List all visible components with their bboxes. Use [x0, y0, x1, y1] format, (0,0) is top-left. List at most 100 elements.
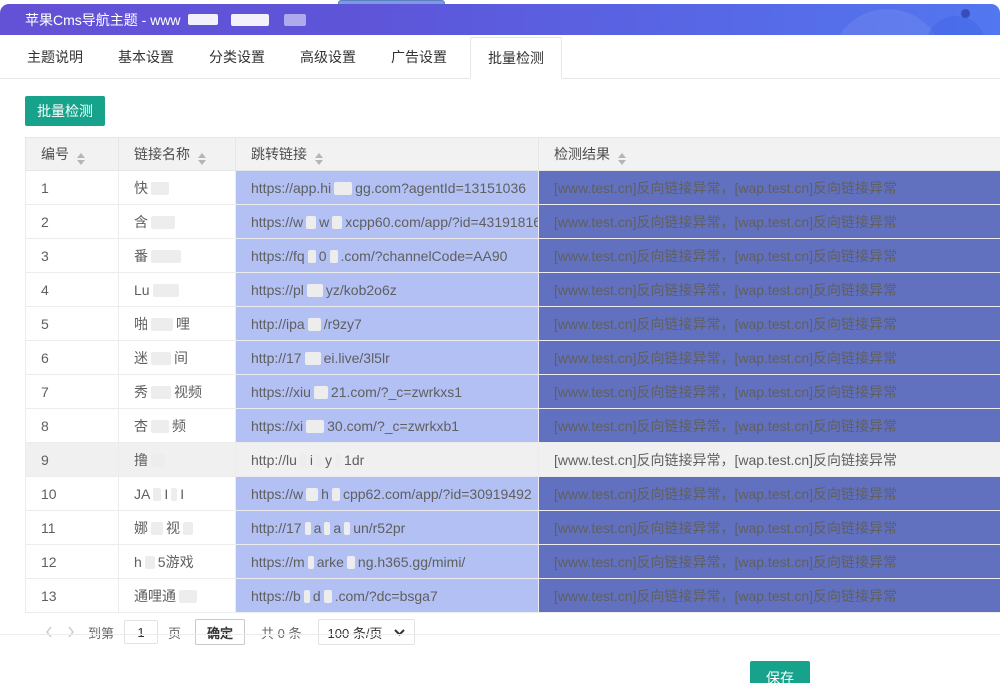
row-number: 1 [26, 171, 119, 205]
redaction-block [335, 454, 341, 467]
redaction-block [324, 522, 330, 535]
table-row: 5啪哩http://ipa/r9zy7[www.test.cn]反向链接异常，[… [26, 307, 1000, 341]
chevron-left-icon [43, 625, 55, 639]
prev-page-button[interactable] [38, 621, 60, 643]
sort-icon [618, 153, 626, 165]
redaction-block [151, 352, 171, 365]
redaction-block [344, 522, 350, 535]
redirect-url-cell: http://ipa/r9zy7 [236, 307, 539, 341]
redaction-block [151, 318, 173, 331]
tab-4[interactable]: 广告设置 [379, 36, 459, 78]
row-number: 13 [26, 579, 119, 613]
tab-2[interactable]: 分类设置 [197, 36, 277, 78]
total-count: 共 0 条 [261, 623, 301, 642]
tab-bar: 主题说明基本设置分类设置高级设置广告设置批量检测 [0, 35, 1000, 79]
redaction-block [151, 216, 175, 229]
table-row: 12h5游戏https://markeng.h365.gg/mimi/[www.… [26, 545, 1000, 579]
row-number: 11 [26, 511, 119, 545]
link-name-cell: 撸 [119, 443, 236, 477]
redirect-url-cell: https://fq0.com/?channelCode=AA90 [236, 239, 539, 273]
links-table: 编号 链接名称跳转链接检测结果 1快https://app.higg.com?ag… [25, 137, 1000, 613]
batch-check-button[interactable]: 批量检测 [25, 96, 105, 126]
redaction-block [308, 556, 314, 569]
check-result-cell: [www.test.cn]反向链接异常，[wap.test.cn]反向链接异常 [539, 239, 1000, 273]
link-name-cell: JAII [119, 477, 236, 511]
redaction-block [324, 590, 332, 603]
row-number: 10 [26, 477, 119, 511]
redaction-block [306, 420, 324, 433]
row-number: 8 [26, 409, 119, 443]
link-name-cell: 杏频 [119, 409, 236, 443]
goto-label: 到第 [88, 623, 114, 642]
redaction-block [305, 522, 311, 535]
redirect-url-cell: https://xi30.com/?_c=zwrkxb1 [236, 409, 539, 443]
table-row: 11娜视http://17aaun/r52pr[www.test.cn]反向链接… [26, 511, 1000, 545]
column-label: 编号 [41, 146, 69, 162]
redaction-block [183, 522, 193, 535]
check-result-cell: [www.test.cn]反向链接异常，[wap.test.cn]反向链接异常 [539, 545, 1000, 579]
row-number: 12 [26, 545, 119, 579]
redaction-block [306, 488, 318, 501]
pagination: 到第 页 确定 共 0 条 100 条/页 [25, 617, 1000, 647]
page-size-select[interactable]: 100 条/页 [318, 619, 416, 645]
check-result-cell: [www.test.cn]反向链接异常，[wap.test.cn]反向链接异常 [539, 341, 1000, 375]
divider [0, 634, 1000, 635]
redaction-block [151, 182, 169, 195]
redaction-block [151, 454, 165, 467]
row-number: 4 [26, 273, 119, 307]
table-row: 7秀视频https://xiu21.com/?_c=zwrkxs1[www.te… [26, 375, 1000, 409]
tab-1[interactable]: 基本设置 [106, 36, 186, 78]
page-unit-label: 页 [168, 623, 181, 642]
redaction-block [308, 250, 316, 263]
decor-circle [830, 9, 945, 35]
check-result-cell: [www.test.cn]反向链接异常，[wap.test.cn]反向链接异常 [539, 511, 1000, 545]
redaction-block [332, 216, 342, 229]
redaction-block [305, 352, 321, 365]
page: 苹果Cms导航主题 - www 主题说明基本设置分类设置高级设置广告设置批量检测… [0, 0, 1000, 683]
link-name-cell: 快 [119, 171, 236, 205]
check-result-cell: [www.test.cn]反向链接异常，[wap.test.cn]反向链接异常 [539, 443, 1000, 477]
redirect-url-cell: https://app.higg.com?agentId=13151036 [236, 171, 539, 205]
tab-3[interactable]: 高级设置 [288, 36, 368, 78]
save-button[interactable]: 保存 [750, 661, 810, 683]
redaction-block [151, 522, 163, 535]
row-number: 3 [26, 239, 119, 273]
page-size-value: 100 条/页 [328, 623, 383, 642]
redaction-block [316, 454, 322, 467]
column-label: 检测结果 [554, 146, 610, 162]
row-number: 2 [26, 205, 119, 239]
link-name-cell: 含 [119, 205, 236, 239]
link-name-cell: 番 [119, 239, 236, 273]
redaction-block [306, 216, 316, 229]
redaction-block [334, 182, 352, 195]
link-name-cell: 秀视频 [119, 375, 236, 409]
sort-icon [77, 153, 85, 165]
redaction-block [347, 556, 355, 569]
column-header-0[interactable]: 编号 [26, 138, 119, 171]
check-result-cell: [www.test.cn]反向链接异常，[wap.test.cn]反向链接异常 [539, 171, 1000, 205]
redirect-url-cell: https://bd.com/?dc=bsga7 [236, 579, 539, 613]
redaction-block [314, 386, 328, 399]
redirect-url-cell: http://luiy1dr [236, 443, 539, 477]
redaction-block [304, 590, 310, 603]
header-bar: 苹果Cms导航主题 - www [0, 4, 1000, 35]
check-result-cell: [www.test.cn]反向链接异常，[wap.test.cn]反向链接异常 [539, 409, 1000, 443]
redaction-block [153, 488, 161, 501]
link-name-cell: 啪哩 [119, 307, 236, 341]
redaction-block [300, 454, 307, 467]
confirm-button[interactable]: 确定 [195, 619, 245, 645]
column-header-2[interactable]: 跳转链接 [236, 138, 539, 171]
tab-5[interactable]: 批量检测 [470, 37, 562, 79]
next-page-button[interactable] [60, 621, 82, 643]
column-header-1[interactable]: 链接名称 [119, 138, 236, 171]
redirect-url-cell: https://xiu21.com/?_c=zwrkxs1 [236, 375, 539, 409]
page-input[interactable] [124, 620, 158, 644]
redaction-block [330, 250, 338, 263]
redaction-block [308, 318, 321, 331]
redirect-url-cell: http://17ei.live/3l5lr [236, 341, 539, 375]
column-header-3[interactable]: 检测结果 [539, 138, 1000, 171]
table-row: 13通哩通https://bd.com/?dc=bsga7[www.test.c… [26, 579, 1000, 613]
table-row: 3番https://fq0.com/?channelCode=AA90[www.… [26, 239, 1000, 273]
tab-0[interactable]: 主题说明 [15, 36, 95, 78]
table-row: 10JAIIhttps://whcpp62.com/app/?id=309194… [26, 477, 1000, 511]
